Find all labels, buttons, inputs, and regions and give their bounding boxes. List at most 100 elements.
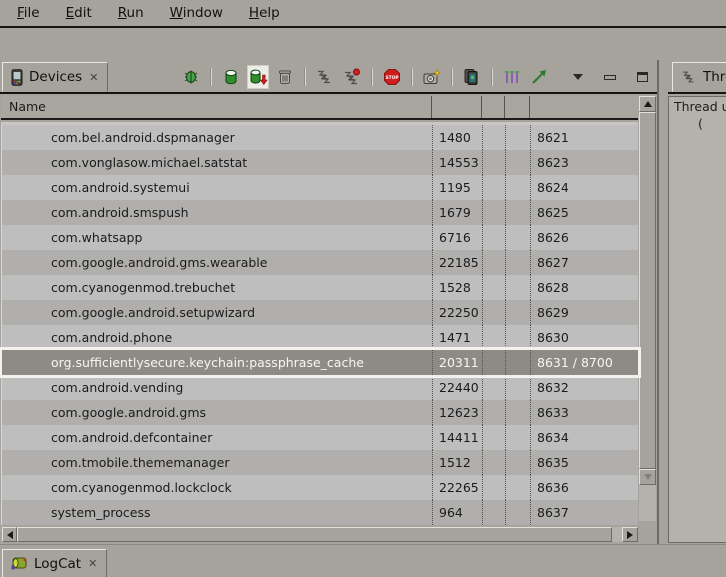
- device-monitor-window: File Edit Run Window Help Devices ✕: [0, 0, 726, 577]
- process-pid-cell: 22440: [432, 375, 482, 400]
- process-col3-cell: [482, 400, 505, 425]
- process-row[interactable]: com.google.android.gms.wearable 22185 86…: [2, 250, 638, 275]
- process-col4-cell: [505, 450, 530, 475]
- horizontal-scrollbar-thumb[interactable]: [17, 527, 612, 542]
- process-col3-cell: [482, 350, 505, 375]
- process-port-cell: 8631 / 8700: [530, 350, 638, 375]
- close-icon[interactable]: ✕: [87, 557, 98, 570]
- screen-capture-camera-icon[interactable]: [422, 66, 442, 88]
- process-col4-cell: [505, 125, 530, 150]
- view-menu-chevron-icon[interactable]: [568, 66, 588, 88]
- process-pid-cell: 22250: [432, 300, 482, 325]
- threads-icon: [681, 69, 697, 85]
- process-name-cell: com.tmobile.thememanager: [2, 450, 432, 475]
- process-port-cell: 8637: [530, 500, 638, 525]
- process-row[interactable]: com.cyanogenmod.trebuchet 1528 8628: [2, 275, 638, 300]
- tab-devices-label: Devices: [29, 69, 82, 85]
- process-row[interactable]: com.tmobile.thememanager 1512 8635: [2, 450, 638, 475]
- menu-file[interactable]: File: [4, 3, 53, 23]
- process-row[interactable]: com.android.systemui 1195 8624: [2, 175, 638, 200]
- process-col3-cell: [482, 325, 505, 350]
- process-col4-cell: [505, 150, 530, 175]
- process-pid-cell: 22185: [432, 250, 482, 275]
- column-header-name[interactable]: Name: [1, 96, 431, 118]
- toolbar-separator: [451, 68, 453, 86]
- process-col4-cell: [505, 300, 530, 325]
- column-header-2[interactable]: [481, 96, 504, 118]
- threads-message-line1: Thread up: [674, 99, 726, 114]
- minimize-icon[interactable]: [600, 66, 620, 88]
- process-col3-cell: [482, 200, 505, 225]
- toolbar-separator: [304, 68, 306, 86]
- menu-window[interactable]: Window: [157, 3, 236, 23]
- process-col4-cell: [505, 250, 530, 275]
- process-col4-cell: [505, 325, 530, 350]
- menu-run[interactable]: Run: [105, 3, 157, 23]
- profiling-bars-icon[interactable]: [502, 66, 522, 88]
- tab-logcat[interactable]: LogCat ✕: [2, 549, 107, 577]
- vertical-scrollbar-thumb[interactable]: [639, 112, 656, 469]
- process-name-cell: com.google.android.gms: [2, 400, 432, 425]
- process-col3-cell: [482, 425, 505, 450]
- process-port-cell: 8625: [530, 200, 638, 225]
- process-pid-cell: 14553: [432, 150, 482, 175]
- capture-device-icon[interactable]: [462, 66, 482, 88]
- column-header-3[interactable]: [504, 96, 529, 118]
- view-controls: [568, 66, 652, 88]
- cause-gc-trash-icon[interactable]: [275, 66, 295, 88]
- scroll-left-button[interactable]: [2, 527, 17, 542]
- process-col3-cell: [482, 475, 505, 500]
- toolbar-separator: [411, 68, 413, 86]
- dump-hprof-icon[interactable]: [248, 66, 268, 88]
- tab-devices[interactable]: Devices ✕: [2, 62, 108, 92]
- svg-text:STOP: STOP: [385, 75, 399, 81]
- process-name-cell: com.google.android.setupwizard: [2, 300, 432, 325]
- start-method-profiling-icon[interactable]: [342, 66, 362, 88]
- process-col3-cell: [482, 175, 505, 200]
- process-row[interactable]: com.cyanogenmod.lockclock 22265 8636: [2, 475, 638, 500]
- profiling-arrow-icon[interactable]: [529, 66, 549, 88]
- scroll-down-button[interactable]: [639, 469, 656, 485]
- process-row[interactable]: com.whatsapp 6716 8626: [2, 225, 638, 250]
- scroll-right-button[interactable]: [622, 527, 638, 542]
- tab-logcat-label: LogCat: [34, 556, 81, 572]
- process-col3-cell: [482, 300, 505, 325]
- process-port-cell: 8626: [530, 225, 638, 250]
- column-header-port[interactable]: [529, 96, 638, 118]
- process-col4-cell: [505, 350, 530, 375]
- process-port-cell: 8621: [530, 125, 638, 150]
- scroll-up-button[interactable]: [639, 96, 656, 112]
- process-row[interactable]: com.google.android.gms 12623 8633: [2, 400, 638, 425]
- process-name-cell: com.android.smspush: [2, 200, 432, 225]
- process-port-cell: 8627: [530, 250, 638, 275]
- process-row[interactable]: com.vonglasow.michael.satstat 14553 8623: [2, 150, 638, 175]
- process-row[interactable]: com.android.defcontainer 14411 8634: [2, 425, 638, 450]
- tab-threads[interactable]: Threads: [672, 62, 726, 92]
- process-row[interactable]: system_process 964 8637: [2, 500, 638, 525]
- stop-process-icon[interactable]: STOP: [382, 66, 402, 88]
- process-row[interactable]: com.google.android.setupwizard 22250 862…: [2, 300, 638, 325]
- menu-help[interactable]: Help: [236, 3, 293, 23]
- maximize-icon[interactable]: [632, 66, 652, 88]
- process-col4-cell: [505, 500, 530, 525]
- menu-edit[interactable]: Edit: [53, 3, 105, 23]
- process-row[interactable]: com.android.phone 1471 8630: [2, 325, 638, 350]
- process-row[interactable]: com.android.smspush 1679 8625: [2, 200, 638, 225]
- update-heap-icon[interactable]: [221, 66, 241, 88]
- toolbar-separator: [491, 68, 493, 86]
- close-icon[interactable]: ✕: [88, 71, 99, 84]
- process-row[interactable]: com.android.vending 22440 8632: [2, 375, 638, 400]
- arrow-left-icon: [7, 531, 13, 539]
- process-port-cell: 8635: [530, 450, 638, 475]
- process-row[interactable]: org.sufficientlysecure.keychain:passphra…: [2, 350, 638, 375]
- column-header-pid[interactable]: [431, 96, 481, 118]
- devices-toolbar: STOP: [181, 62, 652, 92]
- debug-process-icon[interactable]: [181, 66, 201, 88]
- update-threads-icon[interactable]: [315, 66, 335, 88]
- process-row[interactable]: com.bel.android.dspmanager 1480 8621: [2, 125, 638, 150]
- process-pid-cell: 964: [432, 500, 482, 525]
- process-name-cell: com.android.defcontainer: [2, 425, 432, 450]
- process-port-cell: 8630: [530, 325, 638, 350]
- process-pid-cell: 1512: [432, 450, 482, 475]
- panel-sash[interactable]: [659, 60, 668, 545]
